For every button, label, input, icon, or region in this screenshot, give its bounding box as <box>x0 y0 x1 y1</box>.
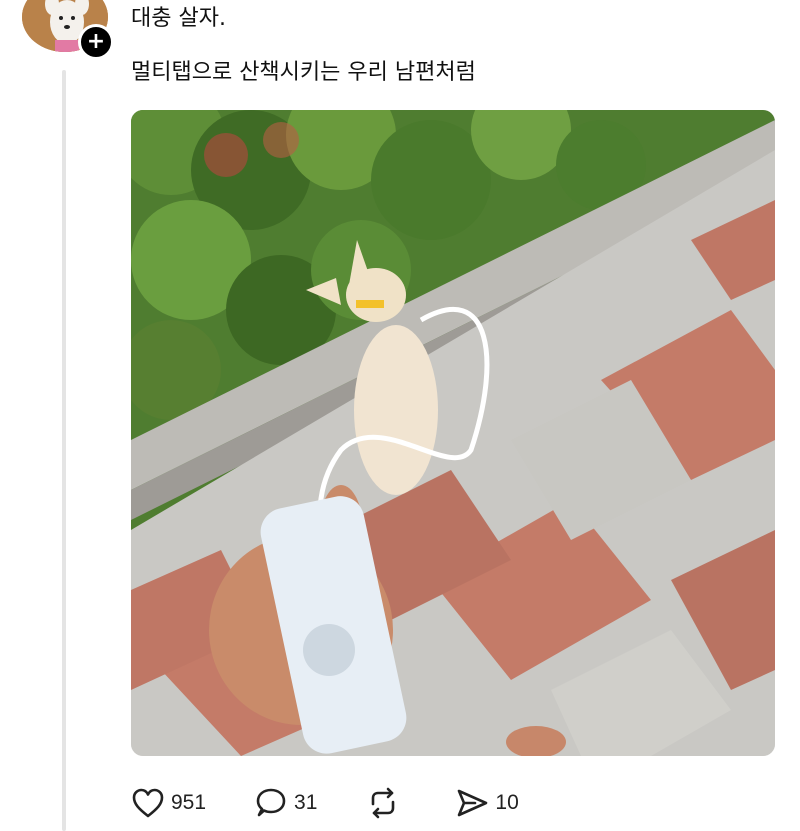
reply-count: 31 <box>294 791 318 814</box>
repost-icon <box>372 787 395 819</box>
follow-button[interactable]: + <box>78 24 114 60</box>
comment-icon <box>256 788 286 817</box>
repost-button[interactable] <box>365 787 407 819</box>
post-text: 대충 살자. 멀티탭으로 산책시키는 우리 남편처럼 <box>131 4 771 88</box>
like-button[interactable]: 951 <box>131 787 206 819</box>
post-photo[interactable] <box>131 110 775 756</box>
share-count: 10 <box>495 791 519 814</box>
post-line-1: 대충 살자. <box>131 6 226 31</box>
post-line-2: 멀티탭으로 산책시키는 우리 남편처럼 <box>131 60 476 85</box>
share-button[interactable]: 10 <box>455 787 519 819</box>
thread-line <box>62 70 66 831</box>
send-icon <box>458 789 488 817</box>
post-actions: 951 31 10 <box>131 783 567 823</box>
photo-scene <box>131 110 775 756</box>
heart-icon <box>132 788 164 818</box>
reply-button[interactable]: 31 <box>254 787 317 819</box>
like-count: 951 <box>171 791 207 814</box>
